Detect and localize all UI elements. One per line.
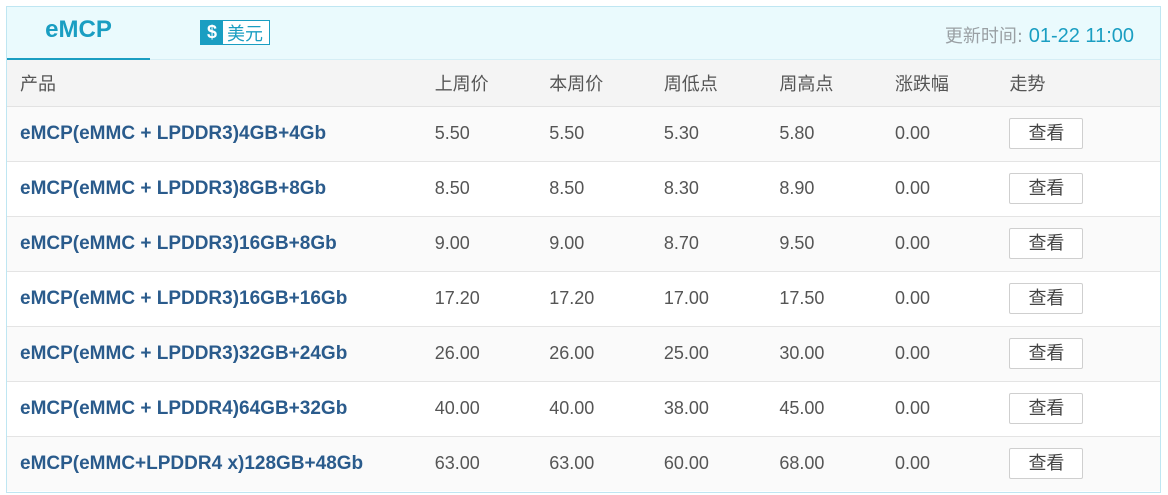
week-low: 8.70 bbox=[663, 233, 699, 253]
price-change: 0.00 bbox=[894, 123, 930, 143]
currency-toggle[interactable]: $ 美元 bbox=[200, 20, 270, 45]
last-week-price: 26.00 bbox=[434, 343, 480, 363]
trend-cell: 查看 bbox=[1009, 326, 1160, 381]
this-week-price: 17.20 bbox=[549, 288, 595, 308]
week-low: 60.00 bbox=[663, 453, 709, 474]
price-change: 0.00 bbox=[894, 398, 930, 418]
tab-emcp-label: eMCP bbox=[45, 16, 112, 43]
table-row: eMCP(eMMC + LPDDR3)16GB+16Gb 17.20 17.20… bbox=[7, 271, 1160, 326]
price-change: 0.00 bbox=[894, 178, 930, 198]
update-time: 更新时间: 01-22 11:00 bbox=[945, 22, 1134, 48]
header-change: 涨跌幅 bbox=[894, 60, 1010, 107]
table-row: eMCP(eMMC+LPDDR4 x)128GB+48Gb 63.00 63.0… bbox=[7, 436, 1160, 491]
week-high: 45.00 bbox=[779, 398, 825, 418]
product-name[interactable]: eMCP(eMMC + LPDDR3)4GB+4Gb bbox=[7, 106, 435, 161]
price-panel: eMCP $ 美元 更新时间: 01-22 11:00 产品 上周价 本周价 周… bbox=[6, 6, 1161, 493]
view-trend-button[interactable]: 查看 bbox=[1009, 338, 1084, 369]
update-time-value: 01-22 11:00 bbox=[1028, 25, 1134, 47]
trend-cell: 查看 bbox=[1009, 216, 1160, 271]
last-week-price: 40.00 bbox=[434, 398, 480, 418]
price-table: 产品 上周价 本周价 周低点 周高点 涨跌幅 走势 eMCP(eMMC + LP… bbox=[7, 60, 1160, 491]
trend-cell: 查看 bbox=[1009, 161, 1160, 216]
this-week-price: 63.00 bbox=[549, 453, 595, 474]
table-row: eMCP(eMMC + LPDDR4)64GB+32Gb 40.00 40.00… bbox=[7, 381, 1160, 436]
header-week-low: 周低点 bbox=[663, 60, 780, 107]
last-week-price: 63.00 bbox=[434, 453, 480, 474]
week-low: 17.00 bbox=[663, 288, 709, 308]
product-name[interactable]: eMCP(eMMC + LPDDR3)16GB+8Gb bbox=[7, 216, 435, 271]
week-high: 9.50 bbox=[779, 233, 815, 253]
view-trend-button[interactable]: 查看 bbox=[1009, 118, 1084, 149]
trend-cell: 查看 bbox=[1009, 381, 1160, 436]
trend-cell: 查看 bbox=[1009, 271, 1160, 326]
last-week-price: 17.20 bbox=[434, 288, 480, 308]
view-trend-button[interactable]: 查看 bbox=[1009, 173, 1084, 204]
table-row: eMCP(eMMC + LPDDR3)4GB+4Gb 5.50 5.50 5.3… bbox=[7, 106, 1160, 161]
header-trend: 走势 bbox=[1009, 60, 1160, 107]
week-high: 17.50 bbox=[779, 288, 825, 308]
table-row: eMCP(eMMC + LPDDR3)8GB+8Gb 8.50 8.50 8.3… bbox=[7, 161, 1160, 216]
last-week-price: 5.50 bbox=[434, 123, 470, 143]
table-row: eMCP(eMMC + LPDDR3)32GB+24Gb 26.00 26.00… bbox=[7, 326, 1160, 381]
trend-cell: 查看 bbox=[1009, 436, 1160, 491]
tab-emcp[interactable]: eMCP bbox=[7, 7, 150, 61]
view-trend-button[interactable]: 查看 bbox=[1009, 393, 1084, 424]
price-change: 0.00 bbox=[894, 343, 930, 363]
price-change: 0.00 bbox=[894, 288, 930, 308]
last-week-price: 9.00 bbox=[434, 233, 470, 253]
product-name[interactable]: eMCP(eMMC + LPDDR3)16GB+16Gb bbox=[7, 271, 435, 326]
week-high: 8.90 bbox=[779, 178, 815, 198]
price-change: 0.00 bbox=[894, 453, 930, 474]
header-week-high: 周高点 bbox=[779, 60, 895, 107]
product-name[interactable]: eMCP(eMMC + LPDDR4)64GB+32Gb bbox=[7, 381, 435, 436]
header-product: 产品 bbox=[7, 60, 435, 107]
this-week-price: 26.00 bbox=[549, 343, 595, 363]
this-week-price: 40.00 bbox=[549, 398, 595, 418]
table-header-row: 产品 上周价 本周价 周低点 周高点 涨跌幅 走势 bbox=[7, 60, 1160, 107]
currency-label: 美元 bbox=[227, 23, 263, 45]
this-week-price: 9.00 bbox=[549, 233, 585, 253]
header-this-week: 本周价 bbox=[549, 60, 664, 107]
view-trend-button[interactable]: 查看 bbox=[1009, 228, 1084, 259]
header-last-week: 上周价 bbox=[434, 60, 550, 107]
tab-bar: eMCP $ 美元 更新时间: 01-22 11:00 bbox=[7, 7, 1160, 61]
view-trend-button[interactable]: 查看 bbox=[1009, 448, 1084, 480]
product-name[interactable]: eMCP(eMMC + LPDDR3)8GB+8Gb bbox=[7, 161, 435, 216]
price-change: 0.00 bbox=[894, 233, 930, 253]
week-high: 68.00 bbox=[779, 453, 825, 474]
this-week-price: 5.50 bbox=[549, 123, 585, 143]
trend-cell: 查看 bbox=[1009, 106, 1160, 161]
update-time-label: 更新时间: bbox=[944, 26, 1029, 47]
week-low: 5.30 bbox=[663, 123, 699, 143]
week-high: 30.00 bbox=[779, 343, 825, 363]
table-row: eMCP(eMMC + LPDDR3)16GB+8Gb 9.00 9.00 8.… bbox=[7, 216, 1160, 271]
week-high: 5.80 bbox=[779, 123, 815, 143]
week-low: 8.30 bbox=[663, 178, 699, 198]
week-low: 25.00 bbox=[663, 343, 709, 363]
product-name[interactable]: eMCP(eMMC + LPDDR3)32GB+24Gb bbox=[7, 326, 435, 381]
this-week-price: 8.50 bbox=[549, 178, 585, 198]
product-name[interactable]: eMCP(eMMC+LPDDR4 x)128GB+48Gb bbox=[7, 436, 435, 491]
view-trend-button[interactable]: 查看 bbox=[1009, 283, 1084, 314]
week-low: 38.00 bbox=[663, 398, 709, 418]
dollar-icon: $ bbox=[201, 21, 223, 44]
last-week-price: 8.50 bbox=[434, 178, 470, 198]
